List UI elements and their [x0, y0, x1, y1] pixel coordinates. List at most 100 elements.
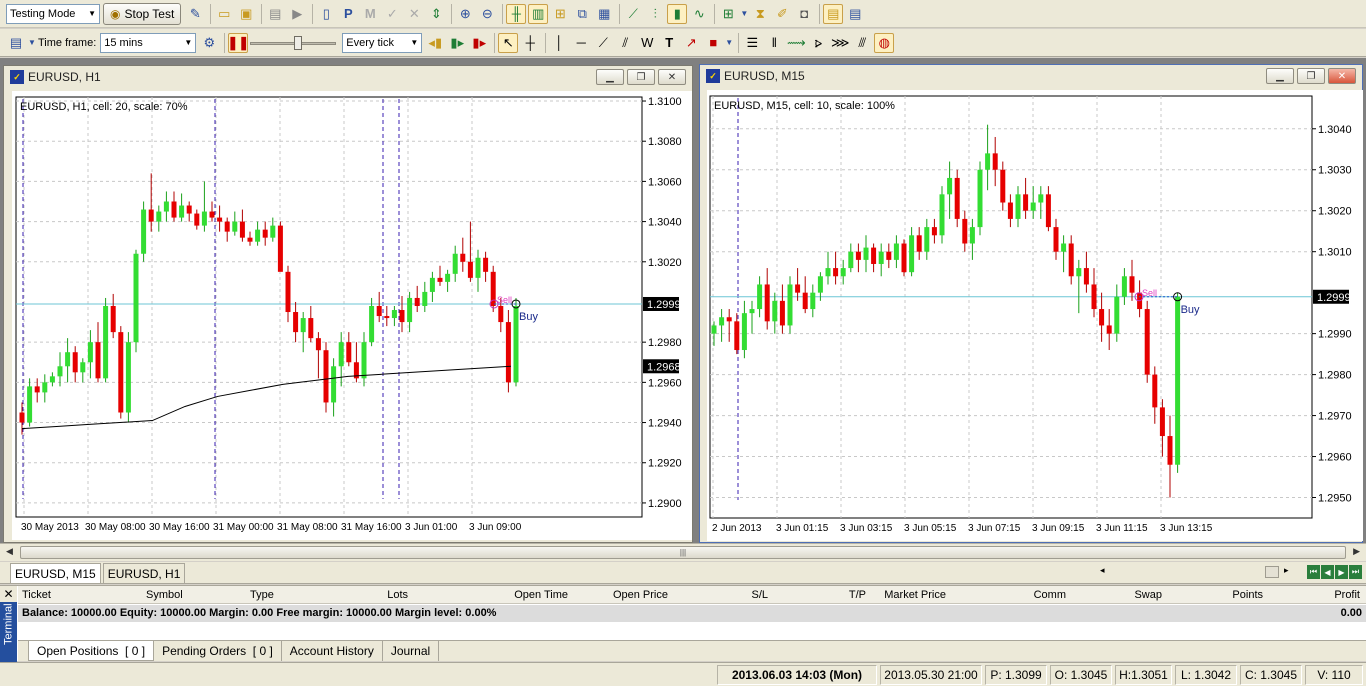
autoscroll-icon[interactable]: ⊞ — [550, 4, 570, 24]
chart-shift-icon[interactable]: ⧉ — [572, 4, 592, 24]
skip-icon[interactable]: ▮▸ — [469, 33, 489, 53]
tab-account-history[interactable]: Account History — [282, 641, 383, 661]
scroll-thumb[interactable]: ||| — [20, 546, 1346, 559]
chevron-down-icon[interactable]: ▼ — [740, 4, 748, 24]
column-header[interactable]: Points — [1232, 589, 1263, 601]
column-header[interactable]: Type — [250, 589, 274, 601]
magnet-icon[interactable]: ◍ — [874, 32, 895, 53]
column-header[interactable]: Lots — [387, 589, 408, 601]
column-header[interactable]: S/L — [751, 589, 768, 601]
check-icon[interactable]: ✓ — [382, 4, 402, 24]
chevron-down-icon[interactable]: ▼ — [725, 33, 733, 53]
tab-open-positions[interactable]: Open Positions [ 0 ] — [28, 641, 155, 661]
templates-icon[interactable]: ✐ — [772, 4, 792, 24]
data-window-icon[interactable]: ▤ — [845, 4, 865, 24]
new-chart-icon[interactable]: ▤ — [6, 33, 26, 53]
horizontal-scrollbar[interactable]: ◀ ||| ▶ — [0, 543, 1366, 561]
scroll-right-icon[interactable]: ▶ — [1353, 546, 1360, 557]
play-icon[interactable]: ▶ — [287, 4, 307, 24]
close-icon[interactable]: ✕ — [1328, 68, 1356, 84]
column-header[interactable]: Symbol — [146, 589, 183, 601]
minimize-icon[interactable]: ▁ — [1266, 68, 1294, 84]
properties-icon[interactable]: ⚙ — [199, 33, 219, 53]
zoom-out-icon[interactable]: ⊖ — [477, 4, 497, 24]
chevron-left-icon[interactable]: ◂ — [1100, 565, 1105, 576]
open-folder-icon[interactable]: ▭ — [214, 4, 234, 24]
indicators-icon[interactable]: ⊞ — [718, 4, 738, 24]
column-header[interactable]: Comm — [1034, 589, 1066, 601]
bar-chart-icon[interactable]: ╫ — [506, 3, 527, 24]
tab-pending-orders[interactable]: Pending Orders [ 0 ] — [154, 641, 282, 661]
print-icon[interactable]: ▤ — [265, 4, 285, 24]
horizontal-line-icon[interactable]: ─ — [571, 33, 591, 53]
step-icon[interactable]: ▮▸ — [447, 33, 467, 53]
cycle-lines-icon[interactable]: ‖ — [764, 33, 784, 53]
periods-icon[interactable]: ⧗ — [750, 4, 770, 24]
model-select[interactable]: Every tick ▼ — [342, 32, 423, 53]
speed-slider[interactable] — [250, 35, 337, 50]
tabs-scroller[interactable]: ◂ ▸ — [1100, 565, 1290, 580]
tab-journal[interactable]: Journal — [383, 641, 440, 661]
close-icon[interactable]: ✕ — [0, 586, 17, 602]
column-header[interactable]: T/P — [849, 589, 866, 601]
pause-icon[interactable]: ❚❚ — [227, 32, 249, 53]
chart-window-h1[interactable]: ✓ EURUSD, H1 ▁ ❐ ✕ 1.3100 1.3080 1.3060 1.3… — [3, 65, 693, 543]
column-header[interactable]: Swap — [1134, 589, 1162, 601]
tabs-scroll-thumb[interactable] — [1265, 566, 1279, 578]
cursor-icon[interactable]: ↖ — [498, 32, 519, 53]
minimize-icon[interactable]: ▁ — [596, 69, 624, 85]
last-tab-icon[interactable]: ⏭ — [1349, 565, 1362, 579]
elliott-icon[interactable]: ↗ — [681, 33, 701, 53]
chevron-down-icon[interactable]: ▼ — [28, 33, 36, 53]
candlestick-icon[interactable]: ▥ — [528, 3, 549, 24]
column-header[interactable]: Profit — [1334, 589, 1360, 601]
stop-test-button[interactable]: ◉ Stop Test — [103, 2, 182, 25]
market-watch-icon[interactable]: ▤ — [823, 3, 844, 24]
step-back-icon[interactable]: ◂▮ — [425, 33, 445, 53]
slider-knob[interactable] — [294, 35, 303, 50]
text-icon[interactable]: T — [659, 33, 679, 53]
column-header[interactable]: Open Time — [514, 589, 568, 601]
profiles-icon[interactable]: ▣ — [236, 4, 256, 24]
channel-icon[interactable]: ⫽ — [615, 33, 635, 53]
column-header[interactable]: Open Price — [613, 589, 668, 601]
chart-area-h1[interactable]: 1.3100 1.3080 1.3060 1.3040 1.3020 1.2980 1.29… — [12, 91, 692, 540]
column-header[interactable]: Ticket — [22, 589, 51, 601]
chart-area-m15[interactable]: 1.3040 1.3030 1.3020 1.3010 1.2990 1.2980 1.29… — [707, 90, 1363, 541]
restore-icon[interactable]: ❐ — [1297, 68, 1325, 84]
m-icon[interactable]: M — [360, 4, 380, 24]
new-document-icon[interactable]: ▯ — [316, 4, 336, 24]
regression-icon[interactable]: ⋙ — [830, 33, 850, 53]
fan-icon[interactable]: ⟿ — [786, 33, 806, 53]
next-tab-icon[interactable]: ▶ — [1335, 565, 1348, 579]
scroll-left-icon[interactable]: ◀ — [6, 546, 13, 557]
candles-icon[interactable]: ▮ — [667, 3, 688, 24]
timeframe-select[interactable]: 15 mins ▼ — [100, 32, 197, 53]
line-chart-icon[interactable]: ⟋ — [623, 4, 643, 24]
p-icon[interactable]: P — [338, 4, 358, 24]
candlestick-chart[interactable]: 1.3040 1.3030 1.3020 1.3010 1.2990 1.2980 1.29… — [707, 90, 1363, 541]
first-tab-icon[interactable]: ⏮ — [1307, 565, 1320, 579]
pitchfork-icon[interactable]: ⦠ — [808, 33, 828, 53]
screenshot-icon[interactable]: ◘ — [794, 4, 814, 24]
arrows-icon[interactable]: ⇕ — [426, 4, 446, 24]
candlestick-chart[interactable]: 1.3100 1.3080 1.3060 1.3040 1.3020 1.2980 1.29… — [12, 91, 692, 540]
grid-icon[interactable]: ▦ — [594, 4, 614, 24]
fibo-icon[interactable]: ☰ — [742, 33, 762, 53]
window-titlebar[interactable]: ✓ EURUSD, M15 ▁ ❐ ✕ — [700, 65, 1362, 87]
chevron-right-icon[interactable]: ▸ — [1284, 565, 1289, 576]
restore-icon[interactable]: ❐ — [627, 69, 655, 85]
chart-window-m15[interactable]: ✓ EURUSD, M15 ▁ ❐ ✕ 1.3040 1.3030 1.3020 1.… — [699, 64, 1363, 543]
tab-eurusd-h1[interactable]: EURUSD, H1 — [102, 563, 186, 583]
cancel-icon[interactable]: ✕ — [404, 4, 424, 24]
bars-icon[interactable]: ⫶ — [645, 4, 665, 24]
vertical-line-icon[interactable]: │ — [549, 33, 569, 53]
close-icon[interactable]: ✕ — [658, 69, 686, 85]
balance-row[interactable]: Balance: 10000.00 Equity: 10000.00 Margi… — [18, 605, 1366, 622]
crosshair-icon[interactable]: ┼ — [520, 33, 540, 53]
zoom-in-icon[interactable]: ⊕ — [455, 4, 475, 24]
column-header[interactable]: Market Price — [884, 589, 946, 601]
window-titlebar[interactable]: ✓ EURUSD, H1 ▁ ❐ ✕ — [4, 66, 692, 88]
trendline-icon[interactable]: ⟋ — [593, 33, 613, 53]
prev-tab-icon[interactable]: ◀ — [1321, 565, 1334, 579]
